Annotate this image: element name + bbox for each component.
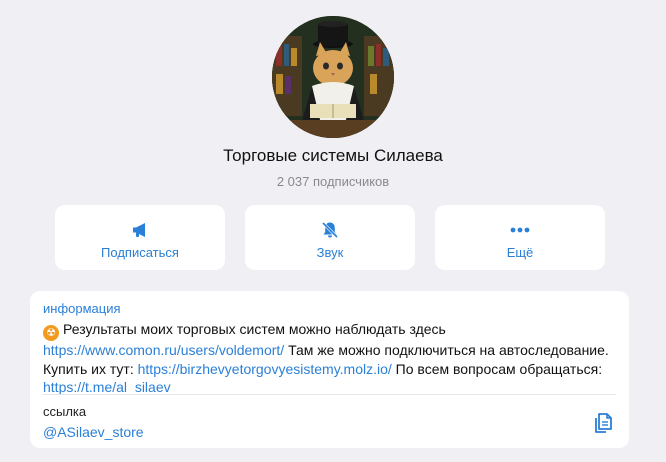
section-divider (43, 394, 616, 395)
channel-avatar[interactable] (272, 16, 394, 138)
channel-profile-page: Торговые системы Силаева 2 037 подписчик… (0, 0, 666, 462)
more-dots-icon (509, 219, 531, 241)
description-text-1: Результаты моих торговых систем можно на… (63, 321, 446, 337)
subscribe-button[interactable]: Подписаться (55, 205, 225, 270)
more-button-label: Ещё (506, 245, 534, 260)
comon-link[interactable]: https://www.comon.ru/users/voldemort/ (43, 342, 284, 358)
channel-description: ☢ Результаты моих торговых систем можно н… (43, 320, 613, 397)
radioactive-emoji-icon: ☢ (43, 325, 59, 341)
channel-info-card: информация ☢ Результаты моих торговых сис… (30, 291, 629, 448)
subscriber-count: 2 037 подписчиков (276, 174, 390, 189)
more-button[interactable]: Ещё (435, 205, 605, 270)
copy-icon[interactable] (592, 411, 614, 435)
subscribe-button-label: Подписаться (101, 245, 179, 260)
description-text-3: По всем вопросам обращаться: (391, 360, 603, 377)
link-section-label: ссылка (43, 404, 87, 419)
sound-button-label: Звук (316, 245, 344, 260)
megaphone-icon (130, 219, 150, 241)
sound-button[interactable]: Звук (245, 205, 415, 270)
store-link[interactable]: https://birzhevyetorgovyesistemy.molz.io… (138, 361, 392, 377)
telegram-contact-link[interactable]: https://t.me/al_silaev (43, 379, 171, 395)
info-section-label: информация (43, 301, 121, 316)
channel-username-link[interactable]: @ASilaev_store (43, 424, 144, 440)
bell-muted-icon (320, 219, 340, 241)
cat-wizard-avatar-icon (272, 16, 394, 138)
channel-title: Торговые системы Силаева (223, 146, 443, 165)
